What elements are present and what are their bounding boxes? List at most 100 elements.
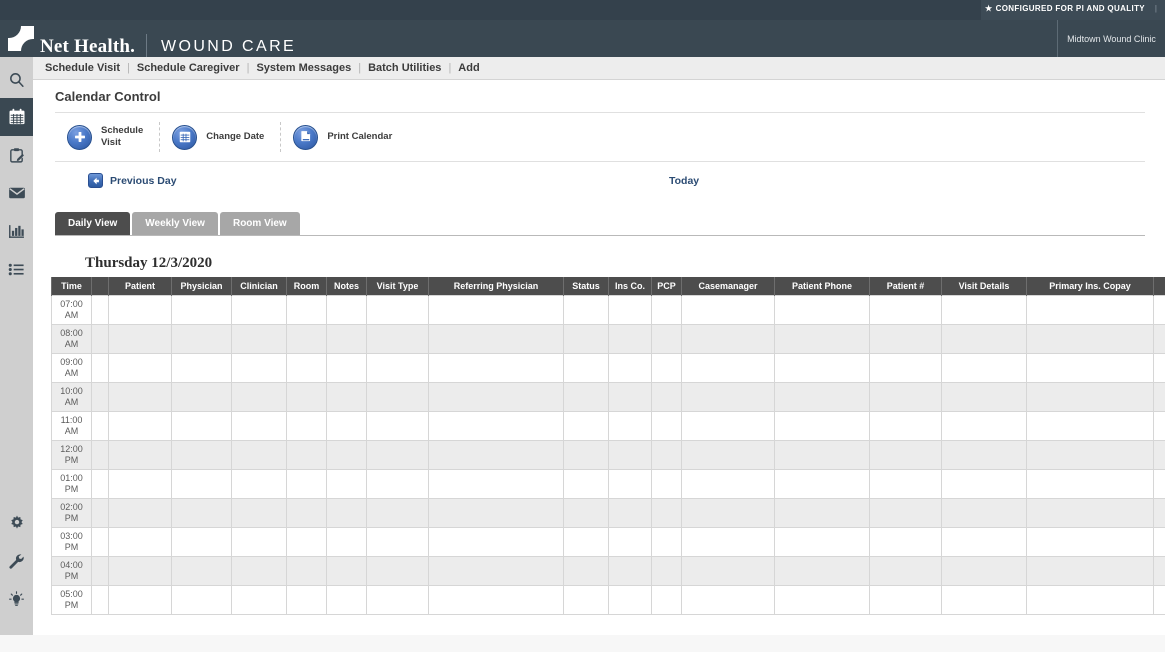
schedule-slot-cell[interactable] (609, 382, 652, 411)
table-row[interactable]: 08:00 AM (52, 324, 1165, 353)
schedule-slot-cell[interactable] (1154, 353, 1165, 382)
table-row[interactable]: 02:00 PM (52, 498, 1165, 527)
schedule-slot-cell[interactable] (429, 440, 564, 469)
schedule-slot-cell[interactable] (287, 353, 327, 382)
column-header-status[interactable]: Status (564, 277, 609, 295)
schedule-slot-cell[interactable] (652, 382, 682, 411)
schedule-slot-cell[interactable] (1154, 411, 1165, 440)
schedule-slot-cell[interactable] (429, 324, 564, 353)
schedule-slot-cell[interactable] (870, 556, 942, 585)
schedule-slot-cell[interactable] (775, 440, 870, 469)
schedule-slot-cell[interactable] (564, 295, 609, 324)
schedule-slot-cell[interactable] (1027, 324, 1154, 353)
schedule-slot-cell[interactable] (609, 411, 652, 440)
schedule-slot-cell[interactable] (870, 527, 942, 556)
schedule-slot-cell[interactable] (232, 324, 287, 353)
column-header-casemanager[interactable]: Casemanager (682, 277, 775, 295)
schedule-slot-cell[interactable] (564, 585, 609, 614)
schedule-slot-cell[interactable] (92, 411, 109, 440)
schedule-slot-cell[interactable] (92, 324, 109, 353)
schedule-slot-cell[interactable] (327, 556, 367, 585)
schedule-slot-cell[interactable] (564, 411, 609, 440)
schedule-slot-cell[interactable] (172, 324, 232, 353)
schedule-slot-cell[interactable] (287, 498, 327, 527)
schedule-slot-cell[interactable] (172, 411, 232, 440)
schedule-slot-cell[interactable] (232, 585, 287, 614)
table-row[interactable]: 01:00 PM (52, 469, 1165, 498)
schedule-slot-cell[interactable] (1027, 411, 1154, 440)
schedule-slot-cell[interactable] (652, 411, 682, 440)
schedule-slot-cell[interactable] (109, 498, 172, 527)
schedule-slot-cell[interactable] (1027, 527, 1154, 556)
column-header-room[interactable]: Room (287, 277, 327, 295)
schedule-slot-cell[interactable] (609, 556, 652, 585)
schedule-slot-cell[interactable] (327, 527, 367, 556)
menu-item-schedule-visit[interactable]: Schedule Visit (45, 62, 120, 74)
schedule-slot-cell[interactable] (109, 440, 172, 469)
schedule-slot-cell[interactable] (327, 295, 367, 324)
schedule-slot-cell[interactable] (609, 498, 652, 527)
schedule-slot-cell[interactable] (682, 527, 775, 556)
previous-day-button[interactable]: Previous Day (88, 173, 177, 188)
menu-item-batch-utilities[interactable]: Batch Utilities (368, 62, 441, 74)
schedule-slot-cell[interactable] (287, 382, 327, 411)
schedule-slot-cell[interactable] (287, 527, 327, 556)
schedule-slot-cell[interactable] (652, 440, 682, 469)
schedule-slot-cell[interactable] (1027, 469, 1154, 498)
schedule-slot-cell[interactable] (367, 353, 429, 382)
schedule-slot-cell[interactable] (1154, 382, 1165, 411)
schedule-slot-cell[interactable] (327, 498, 367, 527)
schedule-slot-cell[interactable] (367, 556, 429, 585)
schedule-slot-cell[interactable] (429, 556, 564, 585)
sidebar-item-charting[interactable] (0, 136, 33, 174)
schedule-slot-cell[interactable] (327, 324, 367, 353)
schedule-slot-cell[interactable] (775, 527, 870, 556)
schedule-slot-cell[interactable] (429, 498, 564, 527)
schedule-slot-cell[interactable] (870, 382, 942, 411)
schedule-slot-cell[interactable] (775, 556, 870, 585)
sidebar-item-messages[interactable] (0, 174, 33, 212)
schedule-slot-cell[interactable] (1027, 353, 1154, 382)
schedule-slot-cell[interactable] (172, 440, 232, 469)
schedule-slot-cell[interactable] (1027, 382, 1154, 411)
schedule-slot-cell[interactable] (109, 295, 172, 324)
sidebar-item-reports[interactable] (0, 212, 33, 250)
schedule-slot-cell[interactable] (429, 469, 564, 498)
column-header-clinician[interactable]: Clinician (232, 277, 287, 295)
schedule-slot-cell[interactable] (92, 498, 109, 527)
schedule-slot-cell[interactable] (870, 353, 942, 382)
table-row[interactable]: 07:00 AM (52, 295, 1165, 324)
schedule-slot-cell[interactable] (564, 353, 609, 382)
schedule-slot-cell[interactable] (942, 585, 1027, 614)
schedule-slot-cell[interactable] (109, 324, 172, 353)
schedule-slot-cell[interactable] (92, 527, 109, 556)
schedule-slot-cell[interactable] (564, 382, 609, 411)
schedule-slot-cell[interactable] (1027, 498, 1154, 527)
schedule-slot-cell[interactable] (109, 585, 172, 614)
schedule-slot-cell[interactable] (172, 585, 232, 614)
schedule-slot-cell[interactable] (92, 556, 109, 585)
schedule-slot-cell[interactable] (327, 382, 367, 411)
column-header-pcp[interactable]: PCP (652, 277, 682, 295)
schedule-slot-cell[interactable] (682, 382, 775, 411)
schedule-slot-cell[interactable] (172, 295, 232, 324)
schedule-slot-cell[interactable] (367, 469, 429, 498)
schedule-slot-cell[interactable] (367, 295, 429, 324)
schedule-slot-cell[interactable] (92, 382, 109, 411)
schedule-slot-cell[interactable] (942, 324, 1027, 353)
sidebar-item-search[interactable] (0, 60, 33, 98)
schedule-slot-cell[interactable] (172, 498, 232, 527)
schedule-slot-cell[interactable] (942, 440, 1027, 469)
schedule-slot-cell[interactable] (1154, 556, 1165, 585)
schedule-slot-cell[interactable] (172, 469, 232, 498)
schedule-slot-cell[interactable] (287, 440, 327, 469)
schedule-slot-cell[interactable] (109, 353, 172, 382)
schedule-slot-cell[interactable] (652, 469, 682, 498)
schedule-slot-cell[interactable] (429, 411, 564, 440)
schedule-slot-cell[interactable] (109, 527, 172, 556)
schedule-slot-cell[interactable] (429, 585, 564, 614)
schedule-slot-cell[interactable] (1027, 440, 1154, 469)
schedule-slot-cell[interactable] (287, 556, 327, 585)
schedule-slot-cell[interactable] (682, 295, 775, 324)
sidebar-item-calendar[interactable] (0, 98, 33, 136)
